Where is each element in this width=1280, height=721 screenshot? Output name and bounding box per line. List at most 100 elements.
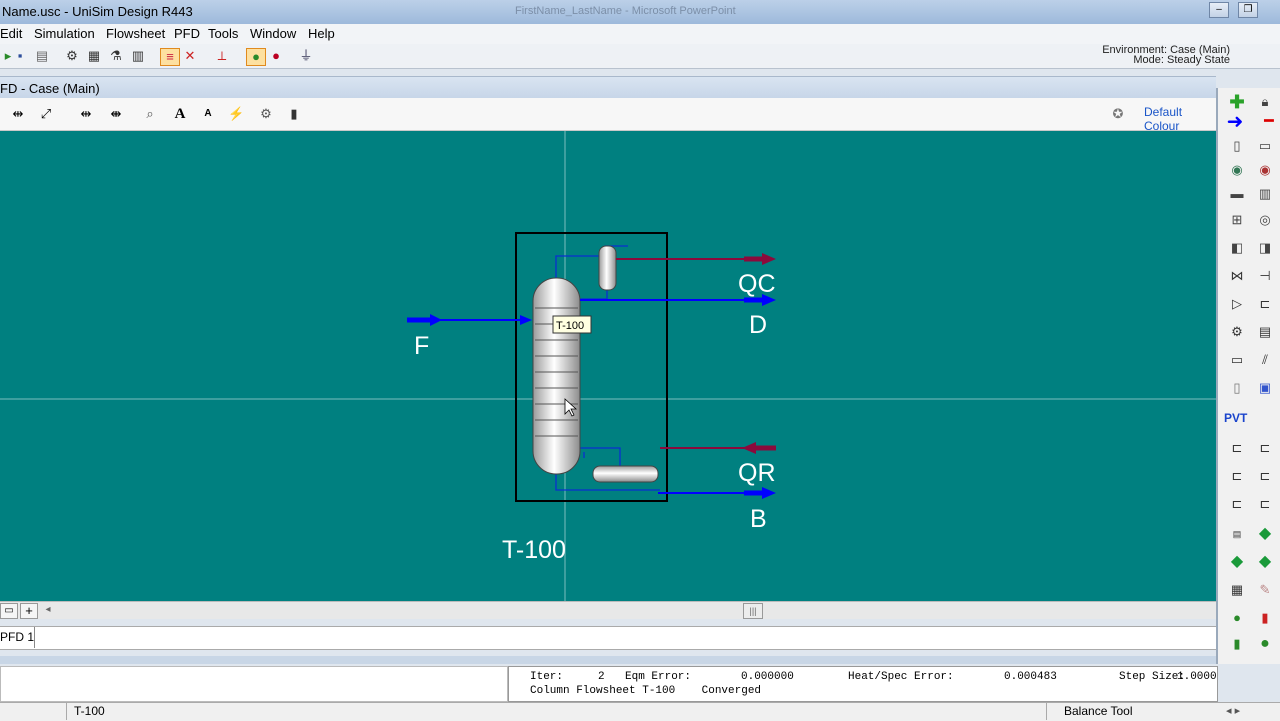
- menu-window[interactable]: Window: [250, 26, 296, 41]
- solver-status-panel: Iter: 2 Eqm Error: 0.000000 Heat/Spec Er…: [508, 666, 1218, 702]
- flowsheet-options-icon[interactable]: ⚙: [258, 106, 274, 122]
- logic-icon[interactable]: ▣: [1254, 378, 1276, 398]
- condenser-duty-stream[interactable]: [616, 253, 776, 265]
- distillation-column[interactable]: [532, 277, 581, 475]
- pvt-icon[interactable]: PVT: [1224, 408, 1247, 428]
- spreadsheet-icon[interactable]: ▦: [1226, 580, 1248, 600]
- menu-help[interactable]: Help: [308, 26, 335, 41]
- workbook-icon[interactable]: ▥: [130, 48, 146, 64]
- selector-icon[interactable]: ▮: [1254, 608, 1276, 628]
- cooler-icon[interactable]: ◉: [1254, 160, 1276, 180]
- heater-icon[interactable]: ◉: [1226, 160, 1248, 180]
- reactor-icon[interactable]: ⚙: [1226, 322, 1248, 342]
- menu-pfd[interactable]: PFD: [174, 26, 200, 41]
- pfd-window-title: FD - Case (Main): [0, 81, 100, 96]
- reboiler-duty-stream[interactable]: [660, 442, 776, 454]
- auto-position-icon[interactable]: ⚡: [228, 106, 244, 122]
- horizontal-scrollbar[interactable]: ▭ + ◂ |||: [0, 601, 1216, 619]
- balance-icon[interactable]: ◆: [1254, 552, 1276, 572]
- eqm-error-label: Eqm Error:: [625, 671, 692, 683]
- tab-pfd-1[interactable]: PFD 1: [0, 627, 35, 648]
- refluxed-absorber-icon[interactable]: ⊏: [1254, 466, 1276, 486]
- scroll-left-icon[interactable]: ◂: [42, 603, 54, 617]
- flowsheet-drawing: F QC D QR B T-100 T-100: [0, 131, 1216, 601]
- balance-tool-button[interactable]: Balance Tool: [1046, 703, 1169, 720]
- lng-exchanger-icon[interactable]: ⊞: [1226, 210, 1248, 230]
- solver-active-icon[interactable]: ●: [246, 48, 266, 66]
- colour-scheme-select[interactable]: Default Colour: [1144, 105, 1216, 133]
- fluid-package-icon[interactable]: ▦: [86, 48, 102, 64]
- menu-edit[interactable]: Edit: [0, 26, 22, 41]
- tee-icon[interactable]: ⊣: [1254, 266, 1276, 286]
- heat-exchanger-icon[interactable]: ▬: [1226, 184, 1248, 204]
- text-label-icon[interactable]: A: [172, 106, 188, 122]
- iter-label: Iter:: [530, 671, 564, 683]
- restore-button[interactable]: ❐: [1238, 2, 1258, 18]
- menu-tools[interactable]: Tools: [208, 26, 238, 41]
- add-page-icon[interactable]: +: [20, 603, 38, 619]
- pfr-icon[interactable]: ▤: [1254, 322, 1276, 342]
- set-icon[interactable]: ◆: [1226, 552, 1248, 572]
- zoom-all-icon[interactable]: ⇹: [10, 106, 26, 122]
- size-mode-icon[interactable]: ▮: [286, 106, 302, 122]
- reboiler[interactable]: [592, 465, 659, 483]
- zoom-window-icon[interactable]: ⤢: [38, 106, 54, 122]
- pfd-canvas[interactable]: F QC D QR B T-100 T-100: [0, 131, 1216, 601]
- optimizer-icon[interactable]: ✎: [1254, 580, 1276, 600]
- adjust-icon[interactable]: ◆: [1254, 524, 1276, 544]
- condenser[interactable]: [598, 245, 617, 291]
- bottoms-stream[interactable]: [658, 487, 776, 499]
- menu-simulation[interactable]: Simulation: [34, 26, 95, 41]
- add-icon[interactable]: ✚: [1226, 92, 1248, 112]
- attach-icon[interactable]: ⇹: [78, 106, 94, 122]
- print-icon[interactable]: ▤: [34, 48, 50, 64]
- reboiled-absorber-icon[interactable]: ⊏: [1226, 466, 1248, 486]
- label-icon[interactable]: A: [200, 106, 216, 122]
- scroll-thumb[interactable]: |||: [743, 603, 763, 619]
- tank-icon[interactable]: ▭: [1254, 136, 1276, 156]
- qr-label: QR: [738, 459, 776, 487]
- save-icon[interactable]: ▪: [12, 48, 28, 64]
- relief-icon[interactable]: ⫽: [1254, 350, 1276, 370]
- distillation-icon[interactable]: ⊏: [1226, 494, 1248, 514]
- flask-icon[interactable]: ⏚: [298, 48, 314, 64]
- energy-stream-icon[interactable]: ━: [1258, 112, 1280, 132]
- material-stream-icon[interactable]: ➜: [1224, 112, 1246, 132]
- colour-scheme-icon[interactable]: ✪: [1110, 106, 1126, 122]
- mixer-icon[interactable]: ▷: [1226, 294, 1248, 314]
- sub-flowsheet-icon[interactable]: ▤: [1226, 524, 1248, 544]
- pfd-icon[interactable]: ≡: [160, 48, 180, 66]
- component-splitter-icon[interactable]: ⊏: [1254, 494, 1276, 514]
- controller-icon[interactable]: ●: [1226, 608, 1248, 628]
- pump-icon[interactable]: ◎: [1254, 210, 1276, 230]
- pid-icon[interactable]: ▮: [1226, 634, 1248, 654]
- separator-icon[interactable]: ▯: [1226, 136, 1248, 156]
- absorber-icon[interactable]: ⊏: [1254, 438, 1276, 458]
- column-icon[interactable]: ⊏: [1226, 438, 1248, 458]
- components-icon[interactable]: ⚙: [64, 48, 80, 64]
- page-view-icon[interactable]: ▭: [0, 603, 18, 619]
- transfer-function-icon[interactable]: ●: [1254, 634, 1276, 654]
- recycle-icon[interactable]: ▯: [1226, 378, 1248, 398]
- valve-icon[interactable]: ⋈: [1226, 266, 1248, 286]
- minimize-button[interactable]: –: [1209, 2, 1229, 18]
- compressor-icon[interactable]: ◧: [1226, 238, 1248, 258]
- lock-icon[interactable]: 🔒︎: [1254, 92, 1276, 112]
- break-connection-icon[interactable]: ⇼: [108, 106, 124, 122]
- status-nav-arrows[interactable]: ◂ ▸: [1226, 703, 1266, 720]
- workspace-divider: [0, 656, 1216, 664]
- column-tooltip: T-100: [552, 315, 592, 334]
- connect-icon[interactable]: ⟂: [214, 48, 230, 64]
- environment-mode: Mode: Steady State: [1133, 54, 1230, 66]
- splitter-icon[interactable]: ⊏: [1254, 294, 1276, 314]
- pipe-icon[interactable]: ▭: [1226, 350, 1248, 370]
- feed-stream[interactable]: [407, 314, 532, 326]
- reactions-icon[interactable]: ⚗: [108, 48, 124, 64]
- iter-value: 2: [598, 671, 605, 683]
- expander-icon[interactable]: ◨: [1254, 238, 1276, 258]
- air-cooler-icon[interactable]: ▥: [1254, 184, 1276, 204]
- object-navigator-icon[interactable]: ✕: [182, 48, 198, 64]
- menu-flowsheet[interactable]: Flowsheet: [106, 26, 165, 41]
- solver-holding-icon[interactable]: ●: [268, 48, 284, 64]
- find-icon[interactable]: ⌕: [142, 106, 158, 122]
